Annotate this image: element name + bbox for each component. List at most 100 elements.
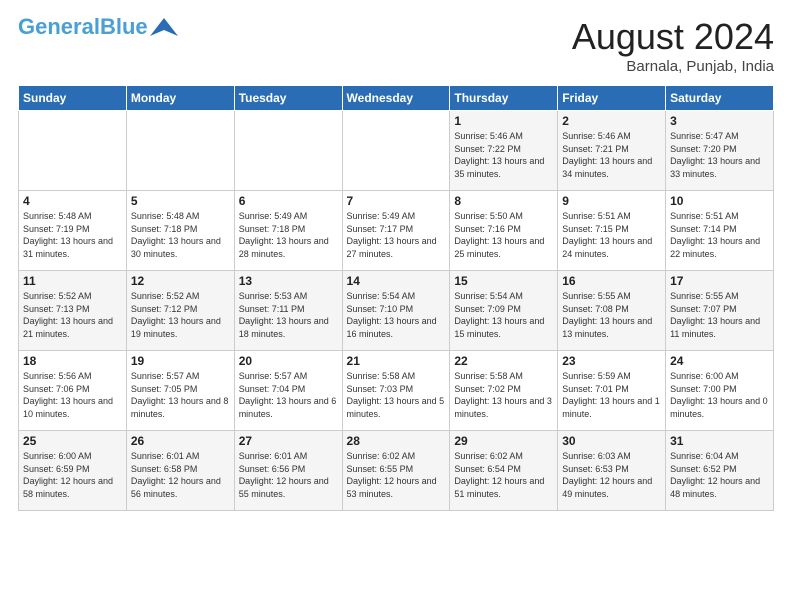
day-number: 18 bbox=[23, 354, 122, 368]
day-cell: 17 Sunrise: 5:55 AM Sunset: 7:07 PM Dayl… bbox=[666, 271, 774, 351]
day-number: 24 bbox=[670, 354, 769, 368]
day-detail: Sunrise: 5:55 AM Sunset: 7:08 PM Dayligh… bbox=[562, 290, 661, 340]
day-number: 25 bbox=[23, 434, 122, 448]
day-detail: Sunrise: 5:57 AM Sunset: 7:05 PM Dayligh… bbox=[131, 370, 230, 420]
day-number: 3 bbox=[670, 114, 769, 128]
col-header-thursday: Thursday bbox=[450, 86, 558, 111]
day-number: 21 bbox=[347, 354, 446, 368]
day-number: 17 bbox=[670, 274, 769, 288]
day-cell: 20 Sunrise: 5:57 AM Sunset: 7:04 PM Dayl… bbox=[234, 351, 342, 431]
day-number: 8 bbox=[454, 194, 553, 208]
day-cell: 2 Sunrise: 5:46 AM Sunset: 7:21 PM Dayli… bbox=[558, 111, 666, 191]
col-header-wednesday: Wednesday bbox=[342, 86, 450, 111]
day-cell: 28 Sunrise: 6:02 AM Sunset: 6:55 PM Dayl… bbox=[342, 431, 450, 511]
day-number: 12 bbox=[131, 274, 230, 288]
day-detail: Sunrise: 5:49 AM Sunset: 7:17 PM Dayligh… bbox=[347, 210, 446, 260]
day-detail: Sunrise: 6:04 AM Sunset: 6:52 PM Dayligh… bbox=[670, 450, 769, 500]
day-detail: Sunrise: 6:00 AM Sunset: 7:00 PM Dayligh… bbox=[670, 370, 769, 420]
day-cell: 23 Sunrise: 5:59 AM Sunset: 7:01 PM Dayl… bbox=[558, 351, 666, 431]
day-detail: Sunrise: 6:02 AM Sunset: 6:55 PM Dayligh… bbox=[347, 450, 446, 500]
day-cell: 12 Sunrise: 5:52 AM Sunset: 7:12 PM Dayl… bbox=[126, 271, 234, 351]
day-number: 1 bbox=[454, 114, 553, 128]
day-detail: Sunrise: 6:03 AM Sunset: 6:53 PM Dayligh… bbox=[562, 450, 661, 500]
day-number: 15 bbox=[454, 274, 553, 288]
day-number: 10 bbox=[670, 194, 769, 208]
logo-text: GeneralBlue bbox=[18, 16, 148, 38]
day-cell: 3 Sunrise: 5:47 AM Sunset: 7:20 PM Dayli… bbox=[666, 111, 774, 191]
day-cell bbox=[126, 111, 234, 191]
day-cell: 25 Sunrise: 6:00 AM Sunset: 6:59 PM Dayl… bbox=[19, 431, 127, 511]
week-row-4: 18 Sunrise: 5:56 AM Sunset: 7:06 PM Dayl… bbox=[19, 351, 774, 431]
col-header-saturday: Saturday bbox=[666, 86, 774, 111]
calendar-table: SundayMondayTuesdayWednesdayThursdayFrid… bbox=[18, 85, 774, 511]
day-detail: Sunrise: 5:51 AM Sunset: 7:15 PM Dayligh… bbox=[562, 210, 661, 260]
day-detail: Sunrise: 5:48 AM Sunset: 7:18 PM Dayligh… bbox=[131, 210, 230, 260]
day-detail: Sunrise: 5:58 AM Sunset: 7:03 PM Dayligh… bbox=[347, 370, 446, 420]
day-cell: 31 Sunrise: 6:04 AM Sunset: 6:52 PM Dayl… bbox=[666, 431, 774, 511]
day-number: 14 bbox=[347, 274, 446, 288]
day-number: 2 bbox=[562, 114, 661, 128]
day-cell: 19 Sunrise: 5:57 AM Sunset: 7:05 PM Dayl… bbox=[126, 351, 234, 431]
day-detail: Sunrise: 5:49 AM Sunset: 7:18 PM Dayligh… bbox=[239, 210, 338, 260]
day-cell: 6 Sunrise: 5:49 AM Sunset: 7:18 PM Dayli… bbox=[234, 191, 342, 271]
col-header-friday: Friday bbox=[558, 86, 666, 111]
day-cell: 15 Sunrise: 5:54 AM Sunset: 7:09 PM Dayl… bbox=[450, 271, 558, 351]
day-detail: Sunrise: 5:50 AM Sunset: 7:16 PM Dayligh… bbox=[454, 210, 553, 260]
day-number: 9 bbox=[562, 194, 661, 208]
day-cell: 21 Sunrise: 5:58 AM Sunset: 7:03 PM Dayl… bbox=[342, 351, 450, 431]
day-cell: 11 Sunrise: 5:52 AM Sunset: 7:13 PM Dayl… bbox=[19, 271, 127, 351]
day-cell: 4 Sunrise: 5:48 AM Sunset: 7:19 PM Dayli… bbox=[19, 191, 127, 271]
day-detail: Sunrise: 5:54 AM Sunset: 7:10 PM Dayligh… bbox=[347, 290, 446, 340]
day-detail: Sunrise: 5:46 AM Sunset: 7:22 PM Dayligh… bbox=[454, 130, 553, 180]
day-number: 5 bbox=[131, 194, 230, 208]
day-number: 28 bbox=[347, 434, 446, 448]
day-number: 13 bbox=[239, 274, 338, 288]
day-detail: Sunrise: 6:01 AM Sunset: 6:58 PM Dayligh… bbox=[131, 450, 230, 500]
day-detail: Sunrise: 5:48 AM Sunset: 7:19 PM Dayligh… bbox=[23, 210, 122, 260]
day-detail: Sunrise: 5:55 AM Sunset: 7:07 PM Dayligh… bbox=[670, 290, 769, 340]
day-cell: 27 Sunrise: 6:01 AM Sunset: 6:56 PM Dayl… bbox=[234, 431, 342, 511]
day-cell: 26 Sunrise: 6:01 AM Sunset: 6:58 PM Dayl… bbox=[126, 431, 234, 511]
day-detail: Sunrise: 6:01 AM Sunset: 6:56 PM Dayligh… bbox=[239, 450, 338, 500]
day-cell: 10 Sunrise: 5:51 AM Sunset: 7:14 PM Dayl… bbox=[666, 191, 774, 271]
logo: GeneralBlue bbox=[18, 16, 178, 38]
day-number: 7 bbox=[347, 194, 446, 208]
day-number: 6 bbox=[239, 194, 338, 208]
day-cell: 22 Sunrise: 5:58 AM Sunset: 7:02 PM Dayl… bbox=[450, 351, 558, 431]
header-row: SundayMondayTuesdayWednesdayThursdayFrid… bbox=[19, 86, 774, 111]
col-header-monday: Monday bbox=[126, 86, 234, 111]
day-number: 23 bbox=[562, 354, 661, 368]
day-number: 31 bbox=[670, 434, 769, 448]
day-cell bbox=[342, 111, 450, 191]
month-year: August 2024 bbox=[572, 16, 774, 58]
day-cell bbox=[234, 111, 342, 191]
day-number: 30 bbox=[562, 434, 661, 448]
day-cell bbox=[19, 111, 127, 191]
week-row-3: 11 Sunrise: 5:52 AM Sunset: 7:13 PM Dayl… bbox=[19, 271, 774, 351]
week-row-5: 25 Sunrise: 6:00 AM Sunset: 6:59 PM Dayl… bbox=[19, 431, 774, 511]
day-detail: Sunrise: 5:47 AM Sunset: 7:20 PM Dayligh… bbox=[670, 130, 769, 180]
day-detail: Sunrise: 6:02 AM Sunset: 6:54 PM Dayligh… bbox=[454, 450, 553, 500]
day-detail: Sunrise: 6:00 AM Sunset: 6:59 PM Dayligh… bbox=[23, 450, 122, 500]
day-detail: Sunrise: 5:58 AM Sunset: 7:02 PM Dayligh… bbox=[454, 370, 553, 420]
day-detail: Sunrise: 5:59 AM Sunset: 7:01 PM Dayligh… bbox=[562, 370, 661, 420]
day-cell: 14 Sunrise: 5:54 AM Sunset: 7:10 PM Dayl… bbox=[342, 271, 450, 351]
day-number: 16 bbox=[562, 274, 661, 288]
day-cell: 1 Sunrise: 5:46 AM Sunset: 7:22 PM Dayli… bbox=[450, 111, 558, 191]
location: Barnala, Punjab, India bbox=[572, 58, 774, 75]
page: GeneralBlue August 2024 Barnala, Punjab,… bbox=[0, 0, 792, 521]
day-detail: Sunrise: 5:54 AM Sunset: 7:09 PM Dayligh… bbox=[454, 290, 553, 340]
day-detail: Sunrise: 5:53 AM Sunset: 7:11 PM Dayligh… bbox=[239, 290, 338, 340]
day-cell: 18 Sunrise: 5:56 AM Sunset: 7:06 PM Dayl… bbox=[19, 351, 127, 431]
day-cell: 24 Sunrise: 6:00 AM Sunset: 7:00 PM Dayl… bbox=[666, 351, 774, 431]
day-number: 4 bbox=[23, 194, 122, 208]
day-cell: 7 Sunrise: 5:49 AM Sunset: 7:17 PM Dayli… bbox=[342, 191, 450, 271]
day-cell: 30 Sunrise: 6:03 AM Sunset: 6:53 PM Dayl… bbox=[558, 431, 666, 511]
day-detail: Sunrise: 5:56 AM Sunset: 7:06 PM Dayligh… bbox=[23, 370, 122, 420]
week-row-1: 1 Sunrise: 5:46 AM Sunset: 7:22 PM Dayli… bbox=[19, 111, 774, 191]
day-detail: Sunrise: 5:51 AM Sunset: 7:14 PM Dayligh… bbox=[670, 210, 769, 260]
day-number: 20 bbox=[239, 354, 338, 368]
week-row-2: 4 Sunrise: 5:48 AM Sunset: 7:19 PM Dayli… bbox=[19, 191, 774, 271]
col-header-sunday: Sunday bbox=[19, 86, 127, 111]
day-number: 26 bbox=[131, 434, 230, 448]
